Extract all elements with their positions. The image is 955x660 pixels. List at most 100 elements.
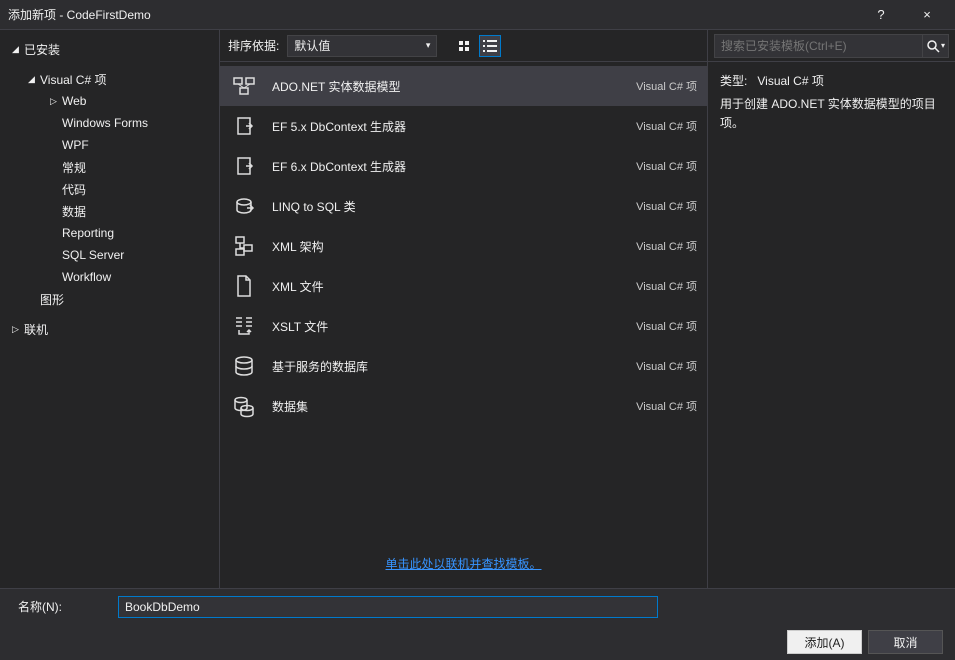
tree-label: 数据 [62,203,86,220]
template-item[interactable]: XSLT 文件 Visual C# 项 [220,306,707,346]
main-area: ◢ 已安装 ◢ Visual C# 项 ▷ Web Windows Forms … [0,30,955,588]
template-item[interactable]: XML 文件 Visual C# 项 [220,266,707,306]
search-input[interactable] [721,39,916,53]
template-type: Visual C# 项 [636,398,697,414]
chevron-right-icon: ▷ [50,96,62,107]
chevron-down-icon: ▾ [426,40,431,51]
tree-general[interactable]: 常规 [0,156,219,178]
generator-icon [230,152,258,180]
detail-panel: ▾ 类型: Visual C# 项 用于创建 ADO.NET 实体数据模型的项目… [707,30,955,588]
search-box[interactable] [714,34,923,58]
detail-type-label: 类型: [720,74,747,88]
sort-label: 排序依据: [228,37,279,54]
chevron-down-icon: ◢ [12,44,24,55]
detail-type-row: 类型: Visual C# 项 [720,72,943,91]
tree-label: WPF [62,138,89,152]
tree-workflow[interactable]: Workflow [0,266,219,288]
database-icon [230,352,258,380]
template-label: 数据集 [272,398,636,415]
template-label: XML 架构 [272,238,636,255]
sidebar: ◢ 已安装 ◢ Visual C# 项 ▷ Web Windows Forms … [0,30,220,588]
chevron-down-icon: ▾ [941,41,945,50]
name-input[interactable] [118,596,658,618]
tree-wpf[interactable]: WPF [0,134,219,156]
linq-icon [230,192,258,220]
template-type: Visual C# 项 [636,278,697,294]
tree-label: 代码 [62,181,86,198]
view-grid-button[interactable] [453,35,475,57]
tree-graphics[interactable]: 图形 [0,288,219,310]
xml-file-icon [230,272,258,300]
search-icon [926,39,940,53]
tree-vcsharp[interactable]: ◢ Visual C# 项 [0,68,219,90]
template-item[interactable]: EF 6.x DbContext 生成器 Visual C# 项 [220,146,707,186]
tree-data[interactable]: 数据 [0,200,219,222]
tree-label: Visual C# 项 [40,71,106,88]
tree-label: Workflow [62,270,111,284]
tree-label: 联机 [24,321,48,338]
name-label: 名称(N): [18,598,118,615]
window-title: 添加新项 - CodeFirstDemo [8,6,861,23]
chevron-right-icon: ▷ [12,324,24,335]
tree-online[interactable]: ▷ 联机 [0,318,219,340]
template-type: Visual C# 项 [636,358,697,374]
help-button[interactable]: ? [861,7,901,22]
titlebar: 添加新项 - CodeFirstDemo ? × [0,0,955,30]
online-templates-link-row: 单击此处以联机并查找模板。 [220,539,707,588]
tree-winforms[interactable]: Windows Forms [0,112,219,134]
template-type: Visual C# 项 [636,118,697,134]
detail-type-value: Visual C# 项 [757,74,823,88]
templates-panel: 排序依据: 默认值 ▾ ADO.NET 实体数据模型 Visual C# 项 [220,30,707,588]
tree-label: 图形 [40,291,64,308]
template-item[interactable]: LINQ to SQL 类 Visual C# 项 [220,186,707,226]
template-item[interactable]: EF 5.x DbContext 生成器 Visual C# 项 [220,106,707,146]
entity-model-icon [230,72,258,100]
tree-web[interactable]: ▷ Web [0,90,219,112]
list-icon [483,40,497,52]
view-list-button[interactable] [479,35,501,57]
tree-label: SQL Server [62,248,124,262]
close-button[interactable]: × [907,7,947,22]
template-label: 基于服务的数据库 [272,358,636,375]
template-label: LINQ to SQL 类 [272,198,636,215]
cancel-button[interactable]: 取消 [868,630,943,654]
sort-value: 默认值 [294,37,330,54]
template-item[interactable]: 基于服务的数据库 Visual C# 项 [220,346,707,386]
tree-label: Windows Forms [62,116,148,130]
template-label: XML 文件 [272,278,636,295]
template-type: Visual C# 项 [636,158,697,174]
xslt-icon [230,312,258,340]
template-type: Visual C# 项 [636,78,697,94]
dataset-icon [230,392,258,420]
xsd-icon [230,232,258,260]
search-button[interactable]: ▾ [923,34,949,58]
tree-reporting[interactable]: Reporting [0,222,219,244]
template-label: EF 6.x DbContext 生成器 [272,158,636,175]
template-list: ADO.NET 实体数据模型 Visual C# 项 EF 5.x DbCont… [220,62,707,539]
templates-toolbar: 排序依据: 默认值 ▾ [220,30,707,62]
tree-label: Reporting [62,226,114,240]
template-type: Visual C# 项 [636,198,697,214]
online-templates-link[interactable]: 单击此处以联机并查找模板。 [385,557,541,571]
tree-label: 常规 [62,159,86,176]
template-type: Visual C# 项 [636,318,697,334]
tree-sqlserver[interactable]: SQL Server [0,244,219,266]
tree-label: Web [62,94,86,108]
tree-label: 已安装 [24,41,60,58]
template-item[interactable]: ADO.NET 实体数据模型 Visual C# 项 [220,66,707,106]
template-label: ADO.NET 实体数据模型 [272,78,636,95]
tree-code[interactable]: 代码 [0,178,219,200]
footer: 名称(N): 添加(A) 取消 [0,588,955,660]
tree-installed[interactable]: ◢ 已安装 [0,38,219,60]
detail-description: 用于创建 ADO.NET 实体数据模型的项目项。 [720,95,943,133]
generator-icon [230,112,258,140]
chevron-down-icon: ◢ [28,74,40,85]
template-item[interactable]: 数据集 Visual C# 项 [220,386,707,426]
sort-dropdown[interactable]: 默认值 ▾ [287,35,437,57]
add-button[interactable]: 添加(A) [787,630,862,654]
template-label: EF 5.x DbContext 生成器 [272,118,636,135]
template-type: Visual C# 项 [636,238,697,254]
grid-icon [459,41,469,51]
template-item[interactable]: XML 架构 Visual C# 项 [220,226,707,266]
template-label: XSLT 文件 [272,318,636,335]
